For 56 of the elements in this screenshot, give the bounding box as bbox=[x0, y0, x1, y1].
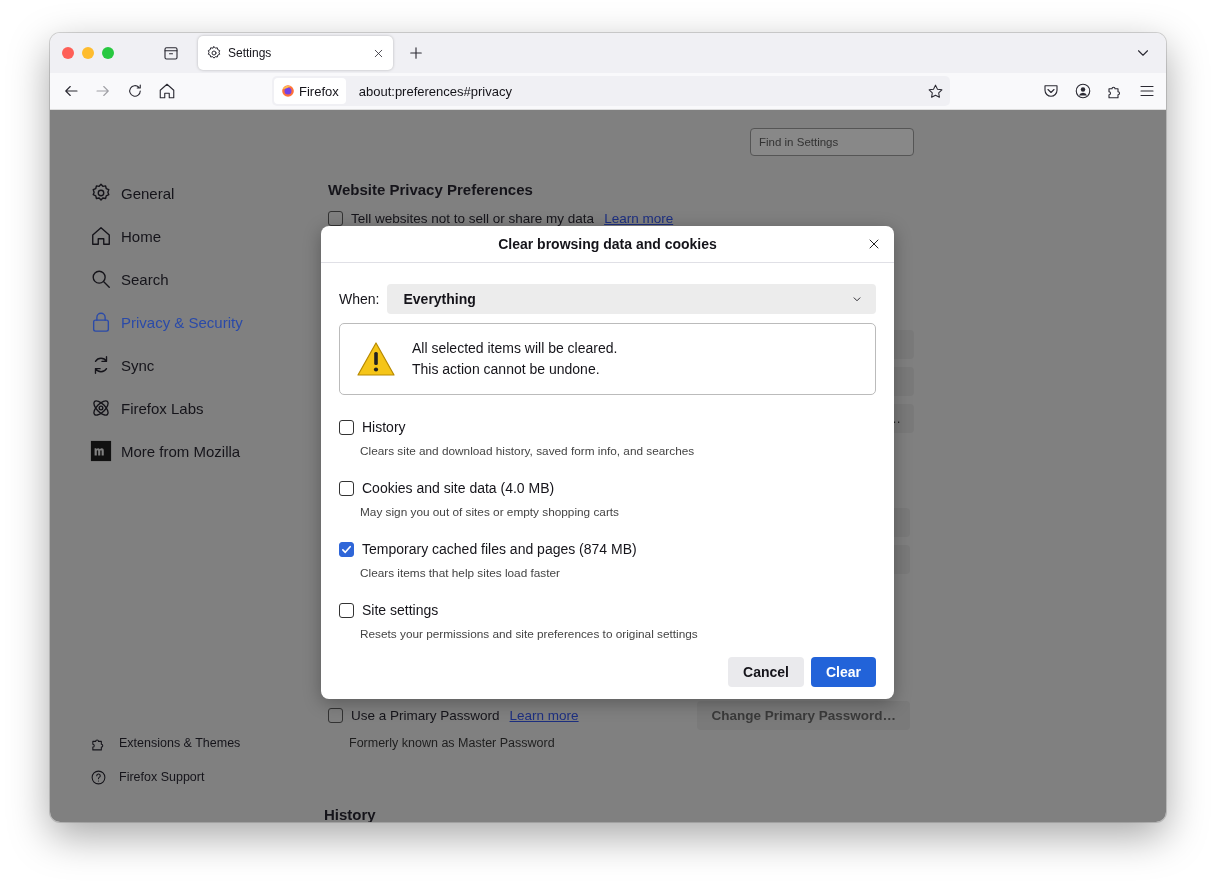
new-tab-icon[interactable] bbox=[407, 44, 425, 62]
checkbox[interactable] bbox=[339, 541, 354, 557]
sidebar-item[interactable]: General bbox=[90, 180, 328, 206]
search-icon bbox=[90, 268, 112, 290]
sidebar-item[interactable]: Search bbox=[90, 266, 328, 292]
atom-icon bbox=[90, 397, 112, 419]
lock-icon bbox=[90, 311, 112, 333]
option-description: Formerly known as Master Password bbox=[349, 736, 556, 750]
option-description: Resets your permissions and site preferences to original settings bbox=[360, 627, 699, 641]
option-description: May sign you out of sites or empty shopping carts bbox=[360, 505, 620, 519]
cancel-button[interactable]: Cancel bbox=[728, 657, 804, 687]
home-icon bbox=[90, 225, 112, 247]
option-label: Tell websites not to sell or share my data bbox=[351, 211, 595, 226]
clear-button[interactable]: Clear bbox=[810, 657, 876, 687]
sidebar-item[interactable]: More from Mozilla bbox=[90, 438, 328, 464]
pocket-icon[interactable] bbox=[1042, 82, 1060, 100]
settings-icon bbox=[90, 182, 112, 204]
tab-title: Settings bbox=[228, 46, 273, 60]
settings-icon bbox=[206, 45, 222, 61]
option-label: Cookies and site data (4.0 MB) bbox=[362, 480, 555, 496]
learn-more-link[interactable]: Learn more bbox=[604, 211, 674, 226]
option-description: Clears site and download history, saved form info, and searches bbox=[360, 444, 696, 458]
firefox-logo-icon bbox=[281, 84, 295, 98]
checkbox[interactable] bbox=[339, 480, 354, 496]
sidebar-link[interactable]: Extensions & Themes bbox=[90, 734, 328, 752]
time-range-dropdown[interactable]: Everything bbox=[387, 284, 876, 314]
browser-tab[interactable]: Settings bbox=[198, 36, 393, 70]
dialog-title: Clear browsing data and cookies bbox=[498, 236, 717, 252]
tab-overview-icon[interactable] bbox=[162, 44, 180, 62]
sidebar-item[interactable]: Firefox Labs bbox=[90, 395, 328, 421]
sidebar-link[interactable]: Firefox Support bbox=[90, 768, 328, 786]
warning-text: All selected items will be cleared. bbox=[412, 339, 618, 358]
option-label: Temporary cached files and pages (874 MB) bbox=[362, 541, 637, 557]
checkbox[interactable] bbox=[339, 419, 354, 435]
option-label: History bbox=[362, 419, 406, 435]
option-label: Use a Primary Password bbox=[351, 708, 500, 723]
mozilla-logo-icon bbox=[90, 440, 112, 462]
url-text: about:preferences#privacy bbox=[358, 83, 513, 99]
star-icon[interactable] bbox=[927, 82, 944, 100]
warning-text: This action cannot be undone. bbox=[412, 360, 601, 379]
close-window-button[interactable] bbox=[62, 47, 74, 59]
warning-icon bbox=[356, 341, 396, 377]
identity-button[interactable]: Firefox bbox=[274, 78, 346, 104]
address-bar[interactable]: Firefox about:preferences#privacy bbox=[272, 76, 950, 106]
search-field[interactable]: Find in Settings bbox=[750, 128, 914, 156]
sidebar-item[interactable]: Home bbox=[90, 223, 328, 249]
account-icon[interactable] bbox=[1074, 82, 1092, 100]
reload-icon[interactable] bbox=[126, 82, 144, 100]
section-heading: Website Privacy Preferences bbox=[328, 181, 534, 200]
field-label: When: bbox=[339, 291, 380, 307]
sidebar-item[interactable]: Sync bbox=[90, 352, 328, 378]
checkbox[interactable] bbox=[339, 602, 354, 618]
help-icon bbox=[90, 768, 107, 786]
home-icon[interactable] bbox=[158, 82, 176, 100]
option-description: Clears items that help sites load faster bbox=[360, 566, 561, 580]
option-label: Site settings bbox=[362, 602, 439, 618]
